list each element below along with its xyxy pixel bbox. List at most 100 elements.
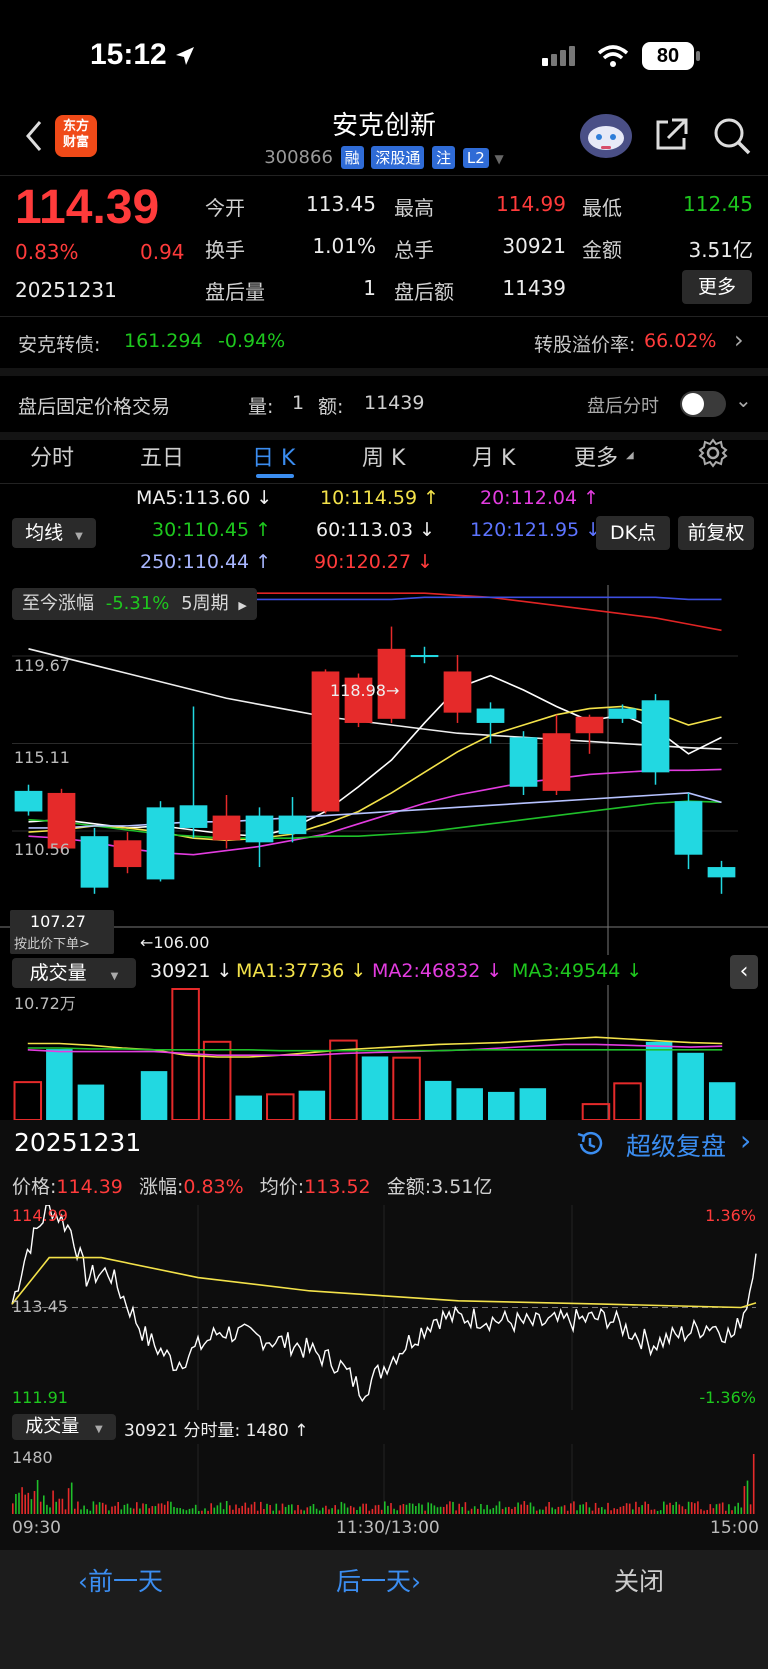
intraday-volume-bar	[86, 1509, 88, 1514]
volume-chart[interactable]	[0, 985, 768, 1120]
intraday-volume-bar	[694, 1503, 696, 1514]
intraday-volume-bar	[597, 1507, 600, 1514]
intraday-volume-bar	[709, 1504, 712, 1514]
robot-assistant-icon[interactable]	[578, 108, 634, 160]
crosshair-price: 107.27	[30, 912, 86, 931]
candle-body	[113, 840, 142, 868]
forward-adjust-button[interactable]: 前复权	[678, 516, 754, 550]
intraday-volume-bar	[480, 1503, 482, 1514]
intraday-volume-bar	[718, 1503, 721, 1514]
intraday-volume-bar	[452, 1501, 454, 1514]
tab-weekly-k[interactable]: 周 K	[362, 440, 405, 472]
intraday-volume-bar	[408, 1503, 411, 1514]
intraday-volume-bar	[52, 1490, 54, 1514]
ma-selector[interactable]: 均线 ▼	[12, 518, 96, 548]
intraday-volume-bar	[594, 1502, 597, 1514]
intraday-volume-bar	[535, 1510, 538, 1514]
intraday-volume-selector[interactable]: 成交量 ▼	[12, 1414, 116, 1440]
intraday-volume-bar	[539, 1509, 541, 1514]
more-button[interactable]: 更多	[682, 270, 752, 304]
intraday-volume-bar	[743, 1486, 746, 1514]
intraday-volume-bar	[613, 1508, 615, 1514]
intraday-volume-bar	[114, 1505, 116, 1514]
chevron-right-icon[interactable]: ›	[740, 1124, 751, 1157]
intraday-volume-bar	[421, 1504, 423, 1514]
intraday-volume-bar	[101, 1502, 104, 1514]
intraday-volume-bar	[393, 1508, 395, 1514]
intraday-volume-bar	[241, 1505, 243, 1514]
tab-monthly-k[interactable]: 月 K	[472, 440, 515, 472]
chevron-down-icon[interactable]: ⌄	[735, 388, 752, 412]
intraday-volume-chart[interactable]	[0, 1444, 768, 1514]
intraday-chart[interactable]	[0, 1205, 768, 1410]
tab-daily-k[interactable]: 日 K	[252, 440, 295, 472]
intraday-volume-bar	[136, 1502, 138, 1514]
intraday-volume-bar	[433, 1505, 436, 1514]
label-amount: 金额	[582, 238, 622, 262]
intraday-volume-bar	[659, 1510, 662, 1514]
gear-icon[interactable]	[698, 438, 728, 468]
intraday-volume-bar	[650, 1509, 653, 1514]
after-hours-volume-label: 量:	[248, 396, 274, 418]
active-tab-indicator	[256, 474, 294, 478]
tab-five-day[interactable]: 五日	[140, 440, 184, 472]
after-hours-row: 盘后固定价格交易 量: 1 额: 11439 盘后分时 ⌄	[0, 376, 768, 432]
intraday-volume-bar	[33, 1491, 36, 1514]
volume-bar	[581, 1103, 611, 1120]
intraday-volume-bar	[182, 1509, 185, 1514]
range-change-chip[interactable]: 至今涨幅 -5.31% 5周期 ▶	[12, 588, 257, 620]
intraday-volume-bar	[579, 1504, 581, 1514]
intraday-volume-bar	[356, 1509, 358, 1514]
candle-body	[674, 801, 703, 855]
after-hours-amount: 11439	[364, 392, 425, 414]
crosshair-price-box[interactable]: 107.27 按此价下单>	[10, 910, 114, 954]
bond-label: 安克转债:	[18, 334, 101, 356]
intraday-volume-bar	[607, 1502, 609, 1514]
intraday-volume-bar	[194, 1504, 197, 1514]
share-icon[interactable]	[652, 116, 690, 154]
after-hours-toggle[interactable]	[680, 391, 726, 417]
ma90-label: 90:120.27 ↓	[314, 551, 434, 573]
intraday-volume-bar	[160, 1503, 163, 1514]
collapse-chevron-icon[interactable]: ‹	[730, 955, 758, 989]
dk-point-button[interactable]: DK点	[596, 516, 670, 550]
intraday-volume-bar	[309, 1506, 312, 1514]
intraday-volume-bar	[98, 1502, 101, 1514]
intraday-volume-bar	[625, 1503, 628, 1514]
volume-bar	[266, 1093, 295, 1120]
caret-right-icon: ▶	[238, 599, 247, 612]
label-turnover: 换手	[205, 238, 245, 262]
tab-intraday[interactable]: 分时	[30, 440, 74, 472]
super-replay-link[interactable]: 超级复盘	[626, 1127, 726, 1163]
intraday-volume-bar	[399, 1505, 402, 1514]
intraday-volume-selector-label: 成交量	[25, 1416, 80, 1437]
close-button[interactable]: 关闭	[614, 1562, 664, 1598]
intraday-volume-bar	[219, 1502, 222, 1514]
intraday-volume-bar	[272, 1510, 274, 1514]
bond-row[interactable]: 安克转债: 161.294 -0.94% 转股溢价率: 66.02% ›	[0, 316, 768, 368]
next-day-button[interactable]: 后一天›	[336, 1562, 421, 1598]
search-icon[interactable]	[712, 116, 752, 156]
history-replay-icon[interactable]	[574, 1128, 606, 1160]
ma250-label: 250:110.44 ↑	[140, 551, 272, 573]
intraday-volume-bar	[467, 1510, 470, 1514]
volume-selector[interactable]: 成交量 ▼	[12, 958, 136, 988]
intraday-volume-bar	[514, 1506, 516, 1514]
intraday-volume-bar	[92, 1501, 95, 1514]
previous-day-button[interactable]: ‹前一天	[78, 1562, 163, 1598]
next-day-label: 后一天	[336, 1567, 412, 1596]
intraday-volume-bar	[95, 1504, 98, 1514]
intraday-volume-bar	[377, 1504, 380, 1514]
intraday-axis-base: 113.45	[12, 1297, 68, 1316]
intraday-pct-high: 1.36%	[705, 1206, 756, 1225]
detail-amt-label: 金额:	[386, 1176, 432, 1198]
kline-chart[interactable]	[0, 585, 768, 955]
intraday-volume-bar	[641, 1505, 643, 1514]
intraday-volume-bar	[523, 1501, 526, 1514]
intraday-volume-bar	[346, 1507, 349, 1514]
intraday-volume-bar	[27, 1492, 30, 1514]
tab-more[interactable]: 更多	[574, 440, 618, 472]
volume-bar	[645, 1041, 673, 1120]
intraday-volume-bar	[687, 1501, 690, 1514]
chevron-right-icon: ›	[734, 326, 744, 354]
